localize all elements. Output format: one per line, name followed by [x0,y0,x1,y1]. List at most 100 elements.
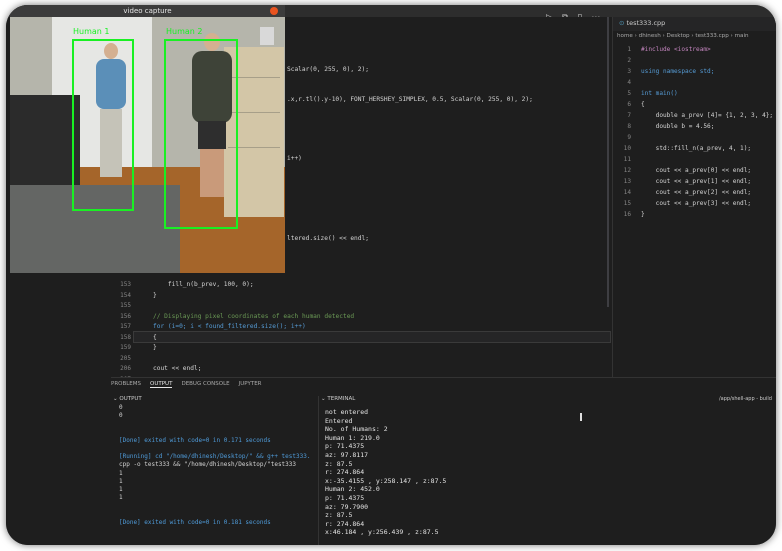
secondary-editor[interactable]: ⊙ test333.cpp home › dhinesh › Desktop ›… [612,17,776,377]
editor-scrollbar[interactable] [607,17,609,307]
terminal-line: Human 1: 219.0 [325,433,380,442]
terminal-pane[interactable]: ⌄ TERMINAL /app/shell-app - build not en… [319,396,776,545]
chevron-down-icon[interactable]: ⌄ [321,396,326,402]
line-number: 1 [627,46,631,53]
human-1-bounding-box [72,39,134,211]
code-line: 3 using namespace std; [613,67,776,77]
terminal-line: z: 87.5 [325,511,353,520]
line-number: 206 [120,365,131,372]
code-text: cout << a_prev[2] << endl; [641,189,752,196]
code-text: .x,r.tl().y-10), FONT_HERSHEY_SIMPLEX, 0… [287,96,533,103]
tab-jupyter[interactable]: JUPYTER [239,381,262,388]
code-line: 1 #include <iostream> [613,45,776,55]
code-text: cout << endl; [153,365,202,372]
code-text: fill_n(b_prev, 100, 0); [153,281,254,288]
terminal-line: z: 87.5 [325,459,353,468]
terminal-line: x:-35.4155 , y:258.147 , z:87.5 [325,476,447,485]
sofa [10,95,80,195]
line-number: 7 [627,112,631,119]
mouse-cursor [580,413,582,421]
code-text: cout << a_prev[0] << endl; [641,167,752,174]
line-number: 157 [120,323,131,330]
terminal-line: r: 274.864 [325,468,365,477]
tab-problems[interactable]: PROBLEMS [111,381,141,388]
code-text: } [153,344,157,351]
code-line: 4 [613,78,776,88]
terminal-line: Entered [325,416,353,425]
line-number: 154 [120,291,131,299]
code-line: 16} [613,210,776,220]
tab-output[interactable]: OUTPUT [150,381,173,388]
line-number: 159 [120,344,131,351]
output-line: [Done] exited with code=0 in 0.171 secon… [119,436,271,444]
tab-test333[interactable]: ⊙ test333.cpp [619,19,665,27]
human-2-bounding-box [164,39,238,229]
code-line: 7 double a_prev [4]= {1, 2, 3, 4}; [613,111,776,121]
output-line: 0 [119,404,123,411]
code-line: 6{ [613,100,776,110]
video-capture-window[interactable]: video capture Human 1 Human 2 [10,5,285,273]
code-text: #include <iostream> [641,46,711,53]
code-text: { [153,333,157,341]
code-line: 14 cout << a_prev[2] << endl; [613,188,776,198]
line-number: 155 [120,302,131,309]
code-line: 11 [613,155,776,165]
shell-selector[interactable]: /app/shell-app - build [719,396,772,402]
breadcrumb[interactable]: home › dhinesh › Desktop › test333.cpp ›… [617,33,749,39]
output-header: ⌄ OUTPUT [113,396,142,402]
code-text: ltered.size() << endl; [287,235,369,242]
terminal-line: az: 97.8117 [325,451,369,459]
terminal-line: az: 79.7900 [325,502,369,511]
line-number: 12 [623,167,631,174]
output-line: 1 [119,494,123,502]
window-title: video capture [10,5,285,17]
line-number: 9 [627,134,631,141]
terminal-line: not entered [325,408,369,416]
output-line: [Running] cd "/home/dhinesh/Desktop/" &&… [119,453,311,461]
code-text: for (i=0; i < found_filtered.size(); i++… [153,323,306,330]
code-line: 5 int main() [613,89,776,99]
code-text: int main() [641,90,678,97]
code-line: 8 double b = 4.56; [613,122,776,132]
screenshot-frame: ▷ ⧉ ▯ ⋯ Scalar(0, 255, 0), 2);.x,r.tl().… [6,5,776,545]
line-number: 15 [623,200,631,207]
code-text: } [641,211,645,218]
code-text: Scalar(0, 255, 0), 2); [287,66,369,73]
line-number: 205 [120,354,131,362]
chevron-down-icon[interactable]: ⌄ [113,396,118,402]
line-number: 13 [623,178,631,185]
output-line: 1 [119,486,123,493]
code-text: i++) [287,155,302,162]
line-number: 158 [120,333,131,341]
output-line: 0 [119,412,123,420]
close-icon[interactable] [270,7,278,15]
output-line: 1 [119,477,123,485]
bottom-panel: PROBLEMS OUTPUT DEBUG CONSOLE JUPYTER ⌄ … [111,377,776,545]
cpp-file-icon: ⊙ [619,19,625,27]
tab-label: test333.cpp [626,19,666,27]
output-header-label: OUTPUT [119,396,142,402]
code-text: } [153,291,157,299]
code-text: double a_prev [4]= {1, 2, 3, 4}; [641,112,774,119]
camera-frame: Human 1 Human 2 [10,17,285,273]
line-number: 5 [627,90,631,97]
line-number: 6 [627,101,631,108]
line-number: 156 [120,312,131,320]
terminal-header: ⌄ TERMINAL [321,396,355,402]
tab-debug-console[interactable]: DEBUG CONSOLE [181,381,229,388]
line-number: 2 [627,57,631,64]
human-2-label: Human 2 [166,27,203,36]
output-line: 1 [119,469,123,477]
secondary-tab-row: ⊙ test333.cpp [613,17,776,31]
line-number: 10 [623,145,631,152]
line-number: 11 [623,156,631,163]
code-text: double b = 4.56; [641,123,715,130]
line-number: 16 [623,211,631,218]
code-line: 10 std::fill_n(a_prev, 4, 1); [613,144,776,154]
output-pane[interactable]: ⌄ OUTPUT 0 0 [Done] exited with code=0 in … [111,396,319,545]
current-line-highlight [133,331,611,343]
line-number: 4 [627,79,631,86]
code-text: // Displaying pixel coordinates of each … [153,312,355,320]
code-line: 15 cout << a_prev[3] << endl; [613,199,776,209]
code-text: using namespace std; [641,68,715,75]
